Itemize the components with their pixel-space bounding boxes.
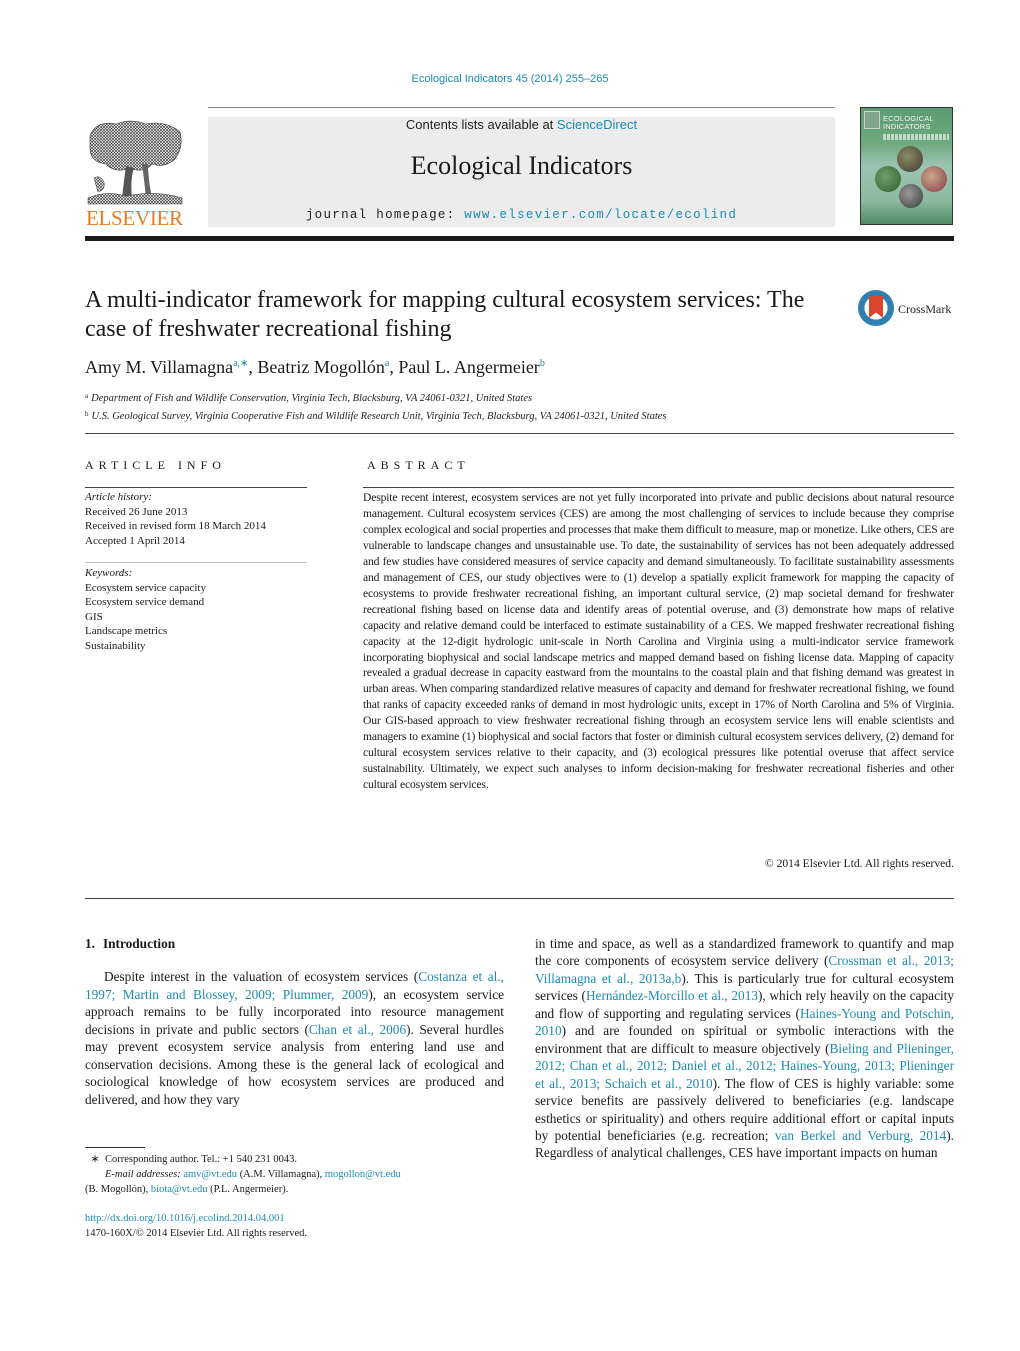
footnote-star: ∗ (90, 1154, 100, 1165)
citation-link[interactable]: Chan et al., 2006 (309, 1022, 406, 1037)
homepage-link[interactable]: www.elsevier.com/locate/ecolind (464, 208, 737, 222)
keyword-item: Ecosystem service capacity (85, 581, 206, 594)
cover-image-sphere (875, 166, 901, 192)
keyword-item: Ecosystem service demand (85, 596, 205, 608)
history-item: Received in revised form 18 March 2014 (85, 520, 266, 532)
journal-title: Ecological Indicators (410, 151, 633, 180)
section-heading: 1. Introduction (85, 935, 504, 952)
cover-subtitle (883, 134, 949, 140)
title-divider (85, 433, 954, 434)
abstract-copyright: © 2014 Elsevier Ltd. All rights reserved… (764, 857, 954, 870)
affiliations: a Department of Fish and Wildlife Conserv… (85, 389, 667, 424)
cover-publisher-stamp (864, 111, 880, 129)
article-history-label: Article history: (85, 491, 152, 503)
homepage-prefix: journal homepage: (305, 208, 465, 222)
affiliation-text: Department of Fish and Wildlife Conserva… (91, 393, 533, 404)
author-separator: , (389, 357, 399, 377)
history-item: Accepted 1 April 2014 (85, 534, 185, 547)
elsevier-wordmark: ELSEVIER (86, 206, 183, 230)
contents-line: Contents lists available at ScienceDirec… (208, 117, 835, 132)
article-history: Article history: Received 26 June 2013 R… (85, 490, 307, 548)
email-addresses-continued: (B. Mogollón), biota@vt.edu (P.L. Angerm… (85, 1182, 504, 1197)
keywords: Keywords: Ecosystem service capacity Eco… (85, 566, 307, 653)
crossmark-label: CrossMark (898, 302, 952, 316)
keywords-label: Keywords: (85, 567, 133, 579)
body-column-left: 1. Introduction Despite interest in the v… (85, 935, 504, 1108)
section-title: Introduction (102, 936, 176, 951)
sciencedirect-link[interactable]: ScienceDirect (557, 117, 637, 132)
keywords-rule (85, 562, 307, 563)
journal-reference[interactable]: Ecological Indicators 45 (2014) 255–265 (0, 73, 1020, 85)
history-item: Received 26 June 2013 (85, 505, 188, 518)
affiliation-text: U.S. Geological Survey, Virginia Coopera… (91, 410, 667, 422)
corresponding-author-text: Corresponding author. Tel.: +1 540 231 0… (105, 1154, 297, 1165)
keyword-item: GIS (85, 610, 103, 623)
article-info-rule (85, 487, 307, 488)
author-affiliation-marker[interactable]: b (540, 358, 545, 369)
body-paragraph-continued: in time and space, as well as a standard… (535, 935, 954, 1162)
body-column-right: in time and space, as well as a standard… (535, 935, 954, 1162)
citation-link[interactable]: Hernández-Morcillo et al., 2013 (586, 988, 758, 1003)
email-owner: (B. Mogollón), (85, 1184, 151, 1195)
section-number: 1. (85, 936, 95, 951)
header-thick-rule (85, 236, 954, 241)
elsevier-logo[interactable]: ELSEVIER (84, 118, 204, 230)
cover-title: ECOLOGICAL INDICATORS (883, 115, 934, 131)
author-list: Amy M. Villamagnaa,∗, Beatriz Mogollóna,… (85, 357, 545, 378)
article-title: A multi-indicator framework for mapping … (85, 287, 805, 342)
footnotes: ∗ Corresponding author. Tel.: +1 540 231 … (85, 1152, 504, 1197)
footnote-rule (85, 1147, 145, 1148)
article-info-heading: ARTICLE INFO (85, 458, 226, 472)
cover-image-sphere (897, 146, 923, 172)
abstract-rule (363, 487, 954, 488)
issn-copyright: 1470-160X/© 2014 Elsevier Ltd. All right… (85, 1228, 308, 1239)
doi-link[interactable]: http://dx.doi.org/10.1016/j.ecolind.2014… (85, 1213, 285, 1224)
keyword-item: Landscape metrics (85, 625, 168, 637)
keyword-item: Sustainability (85, 639, 146, 652)
affiliation-item: a Department of Fish and Wildlife Conserv… (85, 389, 667, 407)
body-text: Despite interest in the valuation of eco… (104, 969, 419, 985)
abstract-divider (85, 898, 954, 899)
body-paragraph: Despite interest in the valuation of eco… (85, 968, 504, 1108)
email-addresses: E-mail addresses: amv@vt.edu (A.M. Villa… (85, 1167, 504, 1182)
author-name[interactable]: Paul L. Angermeier (398, 357, 539, 377)
corresponding-author-note: ∗ Corresponding author. Tel.: +1 540 231 … (85, 1152, 504, 1167)
journal-masthead: Contents lists available at ScienceDirec… (208, 117, 835, 227)
email-link[interactable]: amv@vt.edu (183, 1169, 237, 1180)
header-top-rule (208, 107, 835, 108)
doi-block: http://dx.doi.org/10.1016/j.ecolind.2014… (85, 1211, 307, 1241)
email-owner: (P.L. Angermeier). (207, 1184, 289, 1195)
citation-link[interactable]: van Berkel and Verburg, 2014 (775, 1128, 946, 1143)
crossmark-badge[interactable]: CrossMark (858, 290, 958, 330)
journal-cover-image[interactable]: ECOLOGICAL INDICATORS (860, 107, 953, 225)
cover-image-sphere (899, 184, 923, 208)
email-owner: (A.M. Villamagna), (237, 1169, 325, 1180)
cover-title-line2: INDICATORS (883, 122, 931, 131)
elsevier-tree-icon (87, 120, 183, 205)
journal-homepage-line: journal homepage: www.elsevier.com/locat… (208, 208, 835, 222)
author-name[interactable]: Amy M. Villamagna (85, 357, 233, 377)
affiliation-item: b U.S. Geological Survey, Virginia Cooper… (85, 407, 667, 425)
abstract-text: Despite recent interest, ecosystem servi… (363, 491, 954, 792)
journal-reference-link[interactable]: Ecological Indicators 45 (2014) 255–265 (412, 73, 609, 85)
email-label: E-mail addresses: (105, 1169, 181, 1180)
email-link[interactable]: biota@vt.edu (151, 1184, 208, 1195)
affiliation-key: b (85, 409, 89, 418)
contents-prefix: Contents lists available at (405, 117, 557, 132)
author-affiliation-marker[interactable]: a,∗ (233, 358, 248, 369)
abstract-heading: ABSTRACT (367, 458, 470, 472)
cover-image-sphere (921, 166, 947, 192)
affiliation-key: a (85, 392, 89, 400)
email-link[interactable]: mogollon@vt.edu (325, 1169, 401, 1180)
author-name[interactable]: Beatriz Mogollón (257, 357, 384, 377)
